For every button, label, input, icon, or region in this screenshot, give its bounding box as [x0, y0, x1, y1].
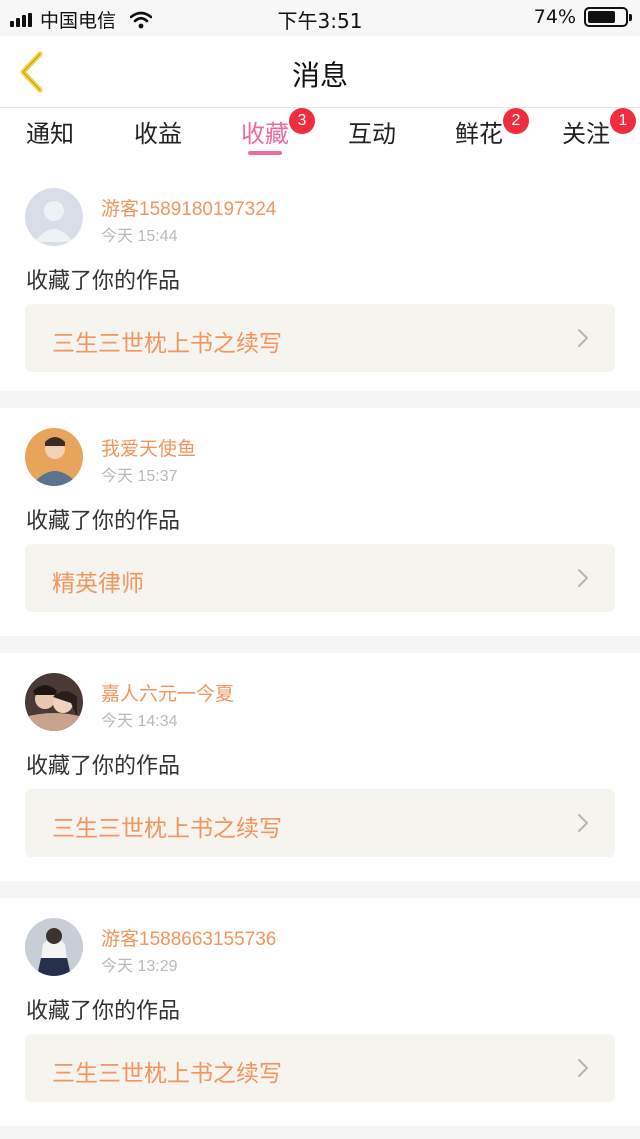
work-link[interactable]: 三生三世枕上书之续写 [25, 1034, 615, 1102]
tab-badge: 3 [289, 108, 315, 134]
work-link[interactable]: 精英律师 [25, 544, 615, 612]
timestamp: 今天 15:44 [101, 228, 178, 245]
work-link[interactable]: 三生三世枕上书之续写 [25, 304, 615, 372]
tab-label: 收藏 [241, 120, 289, 148]
action-text: 收藏了你的作品 [26, 999, 181, 1024]
chevron-right-icon [578, 814, 588, 832]
list-item: 游客1589180197324 今天 15:44 收藏了你的作品 三生三世枕上书… [0, 168, 640, 391]
work-title: 三生三世枕上书之续写 [52, 816, 282, 842]
timestamp: 今天 15:37 [101, 468, 178, 485]
tab-label: 互动 [348, 120, 396, 148]
tab-bar: 通知 收益 收藏 3 互动 鲜花 2 关注 1 [0, 108, 640, 168]
tab-label: 关注 [562, 120, 610, 148]
tab-earnings[interactable]: 收益 [134, 114, 182, 149]
username[interactable]: 嘉人六元一今夏 [101, 679, 234, 706]
list-item: 嘉人六元一今夏 今天 14:34 收藏了你的作品 三生三世枕上书之续写 [0, 653, 640, 881]
action-text: 收藏了你的作品 [26, 509, 181, 534]
tab-badge: 2 [503, 108, 529, 134]
list-item: 我爱天使鱼 今天 15:37 收藏了你的作品 精英律师 [0, 408, 640, 636]
status-right: 74% [533, 6, 632, 28]
tab-label: 收益 [134, 120, 182, 148]
tab-interaction[interactable]: 互动 [348, 114, 396, 149]
work-title: 精英律师 [52, 571, 144, 597]
tab-follow[interactable]: 关注 1 [562, 108, 636, 149]
page-title: 消息 [291, 59, 348, 92]
nav-bar: 消息 [0, 36, 640, 108]
work-link[interactable]: 三生三世枕上书之续写 [25, 789, 615, 857]
tab-badge: 1 [610, 108, 636, 134]
tab-flowers[interactable]: 鲜花 2 [455, 108, 529, 149]
avatar[interactable] [25, 918, 83, 976]
chevron-right-icon [578, 569, 588, 587]
list-item: 游客1588663155736 今天 13:29 收藏了你的作品 三生三世枕上书… [0, 898, 640, 1126]
chevron-right-icon [578, 329, 588, 347]
username[interactable]: 游客1588663155736 [101, 924, 276, 951]
username[interactable]: 我爱天使鱼 [101, 434, 196, 461]
action-text: 收藏了你的作品 [26, 269, 181, 294]
active-tab-indicator [248, 151, 282, 155]
status-bar: 中国电信 下午3:51 74% [0, 0, 640, 36]
avatar[interactable] [25, 188, 83, 246]
tab-notice[interactable]: 通知 [26, 114, 74, 149]
battery-percent: 74% [533, 6, 576, 28]
work-title: 三生三世枕上书之续写 [52, 1061, 282, 1087]
tab-label: 通知 [26, 120, 74, 148]
avatar[interactable] [25, 428, 83, 486]
avatar[interactable] [25, 673, 83, 731]
work-title: 三生三世枕上书之续写 [52, 331, 282, 357]
action-text: 收藏了你的作品 [26, 754, 181, 779]
battery-cap [629, 14, 632, 21]
tab-label: 鲜花 [455, 120, 503, 148]
battery-fill [588, 11, 615, 23]
timestamp: 今天 14:34 [101, 713, 178, 730]
username[interactable]: 游客1589180197324 [101, 194, 276, 221]
chevron-right-icon [578, 1059, 588, 1077]
tab-favorites[interactable]: 收藏 3 [241, 108, 315, 149]
battery-icon [584, 7, 632, 27]
timestamp: 今天 13:29 [101, 958, 178, 975]
